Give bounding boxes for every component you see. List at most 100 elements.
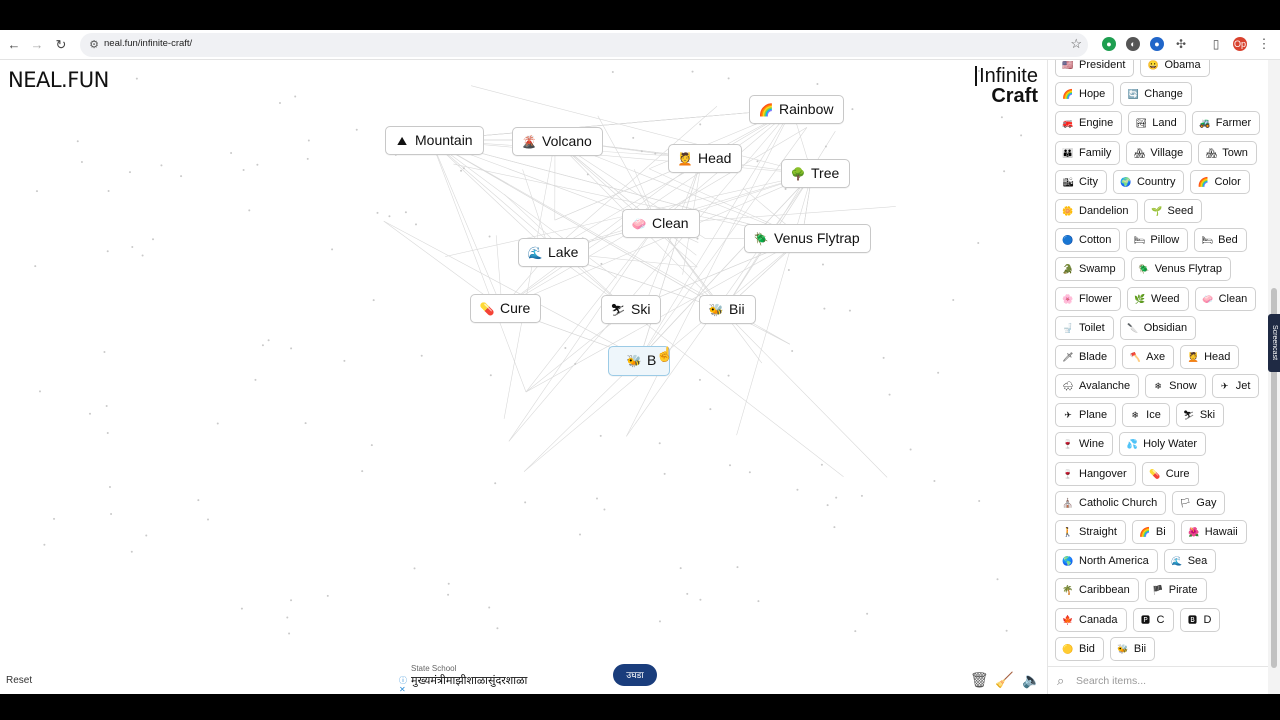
sidebar-item[interactable]: 🐊 Swamp	[1055, 257, 1125, 282]
screencast-tab[interactable]: Screencast	[1268, 314, 1280, 372]
profile-avatar[interactable]: Op	[1233, 37, 1247, 51]
sidebar-item[interactable]: 🅱 D	[1179, 607, 1221, 632]
sidebar-item[interactable]: 🚽 Toilet	[1055, 315, 1114, 340]
particle-dot	[286, 616, 289, 619]
sidebar-item[interactable]: 🏘 Village	[1126, 140, 1193, 165]
sidebar-item[interactable]: 🔵 Cotton	[1055, 228, 1121, 253]
sidebar-item[interactable]: 🌱 Seed	[1143, 198, 1203, 223]
canvas-chip-volcano[interactable]: 🌋 Volcano	[512, 127, 603, 156]
sidebar-item[interactable]: 🌸 Flower	[1055, 286, 1122, 311]
sidebar-item[interactable]: 🛏 Bed	[1194, 228, 1247, 253]
search-input[interactable]: Search items...	[1076, 675, 1146, 687]
extension-green-icon[interactable]: ●	[1102, 37, 1116, 51]
sidebar-item[interactable]: 🛏 Pillow	[1126, 228, 1189, 253]
sidebar-item[interactable]: 🚒 Engine	[1055, 111, 1123, 136]
reset-button[interactable]: Reset	[6, 675, 32, 686]
canvas-chip-venus-flytrap[interactable]: 🪲 Venus Flytrap	[744, 224, 871, 253]
side-panel-icon[interactable]: ▯	[1209, 37, 1223, 51]
sidebar-item[interactable]: 😀 Obama	[1140, 60, 1210, 77]
site-info-icon[interactable]: ⚙	[86, 37, 102, 53]
sidebar-item[interactable]: 🌈 Hope	[1055, 82, 1115, 107]
canvas-chip-rainbow[interactable]: 🌈 Rainbow	[749, 95, 845, 124]
sidebar-item[interactable]: 🪓 Axe	[1122, 344, 1175, 369]
particle-dot	[413, 567, 416, 570]
trash-icon[interactable]: 🗑	[970, 671, 989, 689]
sidebar-item[interactable]: 🚜 Farmer	[1191, 111, 1261, 136]
sidebar-item[interactable]: 🏘 Town	[1198, 140, 1257, 165]
sidebar-item[interactable]: ❄ Snow	[1145, 374, 1206, 399]
sidebar-item[interactable]: 🌨 Avalanche	[1055, 374, 1140, 399]
sidebar-item[interactable]: 🍷 Wine	[1055, 432, 1114, 457]
sidebar-item[interactable]: 🐝 Bii	[1109, 636, 1156, 661]
sidebar-item[interactable]: 🌍 Country	[1112, 169, 1185, 194]
sidebar-item[interactable]: 🏴 Pirate	[1144, 578, 1207, 603]
sidebar-item[interactable]: 🟡 Bid	[1055, 636, 1104, 661]
sidebar-item[interactable]: 🅿 C	[1132, 607, 1174, 632]
sidebar-item[interactable]: 🌈 Color	[1190, 169, 1250, 194]
extension-blue-icon[interactable]: ●	[1150, 37, 1164, 51]
sidebar-item[interactable]: ✈ Jet	[1211, 374, 1260, 399]
canvas-chip-bii[interactable]: 🐝 Bii	[699, 295, 756, 324]
back-icon[interactable]: ←	[6, 37, 22, 53]
sidebar-item[interactable]: ⛪ Catholic Church	[1055, 490, 1167, 515]
sidebar-item[interactable]: 🌺 Hawaii	[1180, 520, 1247, 544]
canvas-chip-head[interactable]: 💆 Head	[668, 144, 743, 173]
sidebar-item[interactable]: ⛷ Ski	[1175, 403, 1225, 428]
canvas-chip-ski[interactable]: ⛷ Ski	[601, 295, 662, 324]
sidebar-item[interactable]: 🏞 Land	[1128, 111, 1186, 136]
site-logo[interactable]: NEAL.FUN	[8, 68, 109, 92]
sound-icon[interactable]: 🔈	[1022, 671, 1041, 689]
sidebar-item[interactable]: 🪲 Venus Flytrap	[1130, 257, 1231, 282]
sidebar-item[interactable]: 🌈 Bi	[1131, 520, 1175, 544]
sidebar-item[interactable]: ❄ Ice	[1122, 403, 1170, 428]
particle-dot	[207, 518, 210, 521]
sidebar-item[interactable]: 🍷 Hangover	[1055, 461, 1136, 486]
chip-label: B	[647, 352, 657, 368]
reload-icon[interactable]: ↻	[53, 37, 69, 53]
star-icon[interactable]: ☆	[1070, 36, 1082, 52]
particle-dot	[820, 463, 823, 466]
sidebar-item[interactable]: 🌎 North America	[1055, 549, 1158, 574]
sidebar-item[interactable]: 🔪 Obsidian	[1119, 315, 1197, 340]
url-text[interactable]: neal.fun/infinite-craft/	[104, 38, 192, 49]
sidebar-item[interactable]: 🔄 Change	[1120, 82, 1192, 107]
sidebar-item[interactable]: 🇺🇸 President	[1055, 60, 1135, 77]
craft-canvas[interactable]: NEAL.FUN Infinite Craft ⛰ Mountain 🌋 Volca…	[0, 60, 1046, 694]
ad-close-icon[interactable]: ✕	[399, 685, 406, 694]
sidebar-item[interactable]: 💦 Holy Water	[1119, 432, 1207, 457]
sidebar-item[interactable]: ✈ Plane	[1055, 403, 1117, 428]
canvas-chip-clean[interactable]: 🧼 Clean	[622, 209, 700, 238]
sidebar-item[interactable]: 🏳 Gay	[1172, 490, 1226, 515]
address-bar[interactable]: ⚙ neal.fun/infinite-craft/ ☆	[80, 33, 1088, 57]
sidebar-item[interactable]: 🌼 Dandelion	[1055, 198, 1138, 223]
item-label: Obsidian	[1143, 321, 1188, 334]
particle-dot	[294, 95, 297, 98]
particle-dot	[131, 246, 134, 249]
extension-dark-icon[interactable]: ◐	[1126, 37, 1140, 51]
ad-open-button[interactable]: उघडा	[613, 664, 657, 686]
sidebar-item[interactable]: 🌴 Caribbean	[1055, 578, 1139, 603]
sidebar-scrollbar[interactable]	[1268, 60, 1280, 694]
broom-icon[interactable]: 🧹	[995, 671, 1014, 689]
sidebar-item[interactable]: 👪 Family	[1055, 140, 1121, 165]
sidebar-item[interactable]: 🌿 Weed	[1127, 286, 1189, 311]
sidebar-item[interactable]: 🚶 Straight	[1055, 520, 1126, 544]
sidebar-item[interactable]: 🗡 Blade	[1055, 344, 1117, 369]
extensions-puzzle-icon[interactable]: ✣	[1174, 37, 1188, 51]
browser-menu-icon[interactable]: ⋮	[1257, 37, 1271, 51]
particle-dot	[376, 211, 379, 214]
ad-main-text[interactable]: मुख्यमंत्रीमाझीशाळासुंदरशाळा	[411, 673, 527, 688]
ad-banner[interactable]: State School मुख्यमंत्रीमाझीशाळासुंदरशाळ…	[398, 656, 664, 694]
canvas-chip-cure[interactable]: 💊 Cure	[470, 294, 542, 323]
sidebar-item[interactable]: 🍁 Canada	[1055, 607, 1127, 632]
forward-icon[interactable]: →	[29, 37, 45, 53]
sidebar-item[interactable]: 🌊 Sea	[1163, 549, 1217, 574]
canvas-chip-mountain[interactable]: ⛰ Mountain	[385, 126, 484, 155]
search-bar[interactable]: ⌕ Search items...	[1048, 666, 1269, 694]
sidebar-item[interactable]: 💊 Cure	[1141, 461, 1199, 486]
canvas-chip-lake[interactable]: 🌊 Lake	[518, 238, 590, 267]
sidebar-item[interactable]: 💆 Head	[1180, 344, 1240, 369]
canvas-chip-tree[interactable]: 🌳 Tree	[781, 159, 851, 188]
sidebar-item[interactable]: 🧼 Clean	[1194, 286, 1257, 311]
sidebar-item[interactable]: 🏙 City	[1055, 169, 1107, 194]
